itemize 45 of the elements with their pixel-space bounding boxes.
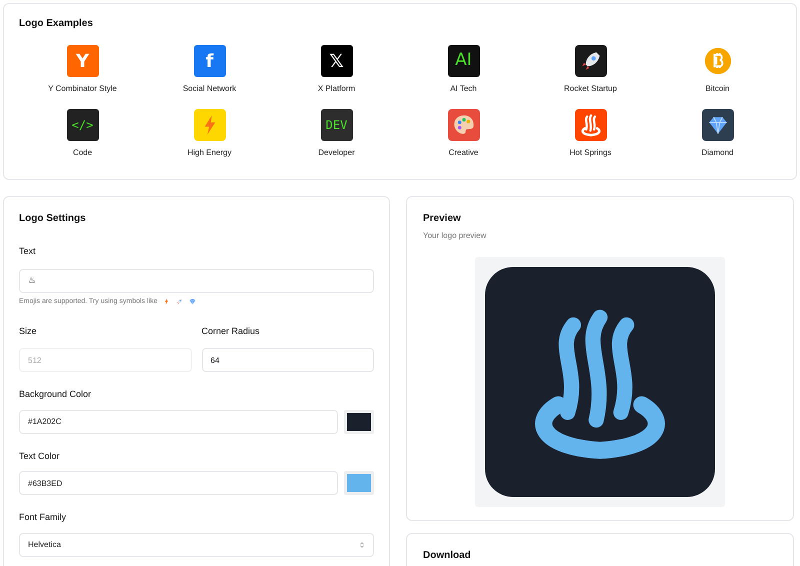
logo-example-label: Diamond <box>701 147 734 159</box>
logo-example-label: Social Network <box>182 83 236 95</box>
color-hex-input[interactable]: #1A202C <box>19 410 338 434</box>
logo-example-label: Hot Springs <box>570 147 612 159</box>
corner-radius-input[interactable]: 64 <box>202 348 374 372</box>
logo-tile[interactable]: DEV <box>320 109 352 141</box>
field-label: Background Color <box>19 388 92 401</box>
logo-example-label: Code <box>72 147 92 159</box>
field-label: Size <box>19 325 38 338</box>
logo-tile[interactable]: </> <box>66 109 98 141</box>
size-input[interactable]: 512 <box>19 348 192 372</box>
logo-example-label: AI Tech <box>450 83 477 95</box>
logo-tile[interactable]: AI <box>448 45 480 77</box>
field-label: Font Family <box>19 511 68 524</box>
font-family-select[interactable]: Helvetica <box>19 532 374 556</box>
color-hex-input[interactable]: #63B3ED <box>19 471 338 495</box>
diamond-icon <box>188 297 196 306</box>
logo-example-label: Y Combinator Style <box>48 83 117 95</box>
logo-tile[interactable]: f <box>194 45 226 77</box>
logo-example-label: Creative <box>448 147 478 159</box>
chevron-up-down-icon <box>359 540 365 548</box>
card-subtitle: Your logo preview <box>423 230 488 242</box>
logo-tile[interactable] <box>194 109 226 141</box>
logo-example-label: Rocket Startup <box>564 83 617 95</box>
card-title: Preview <box>423 212 462 226</box>
field-label: Text Color <box>19 450 61 462</box>
logo-tile[interactable]: 𝕏 <box>320 45 352 77</box>
color-swatch[interactable] <box>344 471 374 495</box>
card-title: Logo Settings <box>19 212 87 226</box>
logo-example-label: X Platform <box>318 83 356 95</box>
rocket-icon <box>174 297 184 306</box>
text-input[interactable]: ♨ <box>19 268 374 292</box>
logo-tile[interactable] <box>574 45 606 77</box>
logo-example-label: Developer <box>318 147 355 159</box>
logo-tile[interactable] <box>448 109 480 141</box>
logo-example-label: High Energy <box>187 147 232 159</box>
bitcoin-icon <box>704 47 732 75</box>
card-title: Download <box>423 549 472 563</box>
field-label: Text <box>19 245 37 258</box>
color-swatch[interactable] <box>344 410 374 434</box>
logo-tile[interactable] <box>574 109 606 141</box>
logo-example-label: Bitcoin <box>705 83 730 95</box>
logo-tile[interactable] <box>702 109 734 141</box>
card-title: Logo Examples <box>19 17 94 31</box>
field-label: Corner Radius <box>202 325 261 338</box>
